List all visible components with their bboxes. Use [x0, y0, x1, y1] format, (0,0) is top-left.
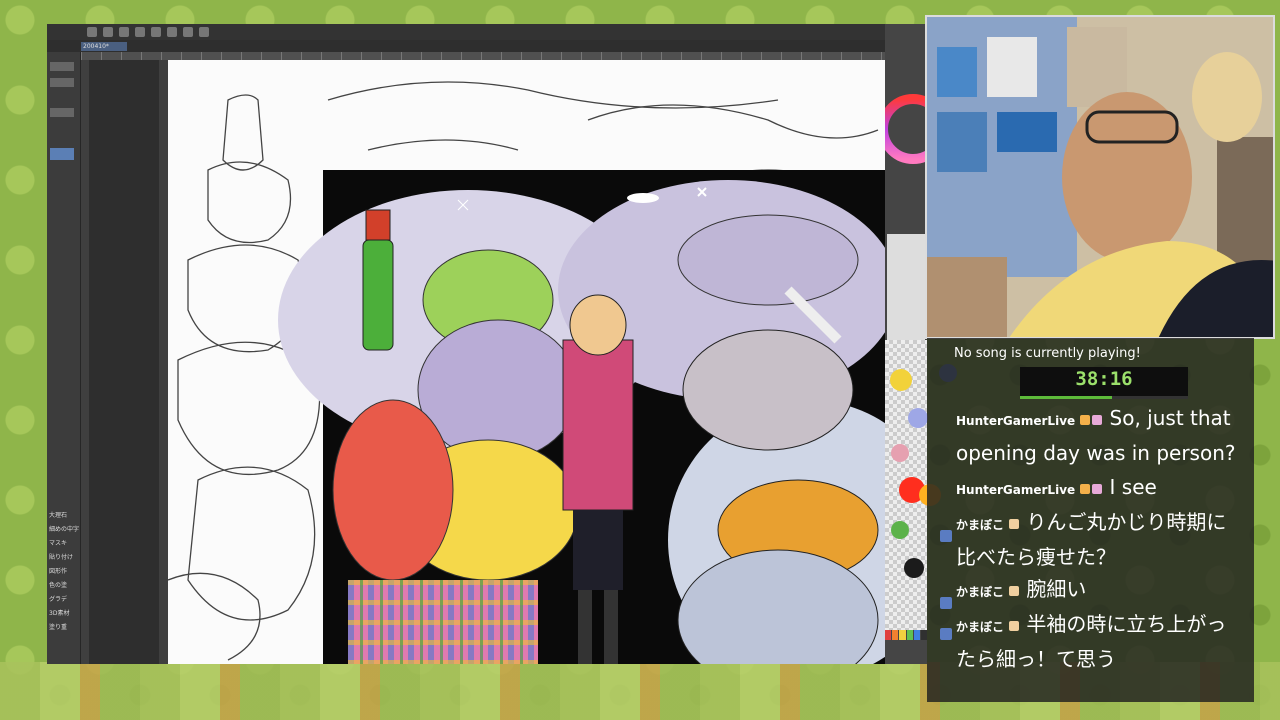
color-wheel-icon[interactable] — [885, 69, 927, 189]
badge-icon — [1092, 414, 1103, 425]
transform-icon[interactable] — [199, 27, 209, 37]
navigator-thumbnail[interactable] — [887, 234, 925, 344]
badge-icon — [1092, 483, 1103, 494]
fill-icon[interactable] — [183, 27, 193, 37]
chat-username: かまぼこ — [956, 585, 1005, 599]
sub-tool-item[interactable]: 3D素材 — [49, 610, 69, 617]
canvas-gutter — [81, 60, 168, 664]
badge-icon — [1009, 585, 1020, 596]
undo-icon[interactable] — [135, 27, 145, 37]
color-swatch[interactable] — [899, 630, 906, 640]
document-tab[interactable]: 200410* — [81, 42, 127, 51]
tool-icon[interactable] — [50, 62, 74, 71]
sub-tool-item[interactable]: グラデ — [49, 596, 67, 603]
redo-icon[interactable] — [151, 27, 161, 37]
new-file-icon[interactable] — [87, 27, 97, 37]
palette-color-swatch[interactable] — [904, 558, 924, 578]
chat-message: かまぼこ 半袖の時に立ち上がったら細っ！て思う — [956, 608, 1246, 675]
avatar — [940, 628, 952, 640]
color-panel — [278, 170, 885, 664]
sub-tool-item[interactable]: 色の塗 — [49, 582, 67, 589]
command-toolbar — [47, 24, 885, 40]
now-playing-text: No song is currently playing! — [954, 346, 1141, 361]
save-icon[interactable] — [119, 27, 129, 37]
chat-username: HunterGamerLive — [956, 414, 1076, 428]
badge-icon — [1009, 518, 1020, 529]
webcam-image — [927, 17, 1273, 337]
color-swatch[interactable] — [892, 630, 899, 640]
palette-color-swatch[interactable] — [891, 444, 909, 462]
webcam-feed — [925, 15, 1275, 339]
open-file-icon[interactable] — [103, 27, 113, 37]
chat-message: かまぼこ 腕細い — [956, 573, 1246, 608]
chat-text: I see — [1109, 475, 1157, 499]
sub-tool-item[interactable]: 細めの中字 — [49, 526, 79, 533]
color-swatch-row — [885, 630, 928, 640]
chat-username: HunterGamerLive — [956, 483, 1076, 497]
chat-username: かまぼこ — [956, 620, 1005, 634]
color-swatch[interactable] — [906, 630, 913, 640]
tool-icon[interactable] — [50, 78, 74, 87]
drawing-app-window: 200410* 大理石 細めの中字 マスキ 貼り付け 図形作 色の塗 グラデ 3… — [47, 24, 885, 664]
palette-color-swatch[interactable] — [908, 408, 928, 428]
chat-messages: HunterGamerLive So, just that opening da… — [956, 402, 1246, 675]
avatar — [940, 597, 952, 609]
settings-icon[interactable] — [167, 27, 177, 37]
horizontal-ruler — [81, 52, 885, 60]
document-tab-bar: 200410* — [47, 40, 885, 52]
sub-tool-item[interactable]: 塗り重 — [49, 624, 67, 631]
chat-message: HunterGamerLive I see — [956, 471, 1246, 506]
chat-text: 腕細い — [1026, 577, 1087, 601]
sub-tool-item[interactable]: 大理石 — [49, 512, 67, 519]
sub-tool-item[interactable]: 図形作 — [49, 568, 67, 575]
tool-icon[interactable] — [50, 108, 74, 117]
chat-username: かまぼこ — [956, 518, 1005, 532]
chat-message: HunterGamerLive So, just that opening da… — [956, 402, 1246, 469]
drawing-canvas[interactable] — [168, 60, 885, 664]
palette-color-swatch[interactable] — [890, 369, 912, 391]
avatar — [940, 530, 952, 542]
palette-color-swatch[interactable] — [891, 521, 909, 539]
color-swatch[interactable] — [885, 630, 892, 640]
selected-tool-item[interactable] — [50, 148, 74, 160]
stream-timer: 38:16 — [1075, 368, 1133, 390]
badge-icon — [1080, 483, 1091, 494]
illustration-artwork — [168, 81, 885, 664]
badge-icon — [1080, 414, 1091, 425]
chat-message: かまぼこ りんご丸かじり時期に比べたら痩せた？ — [956, 506, 1246, 573]
badge-icon — [1009, 620, 1020, 631]
tool-property-panel: 大理石 細めの中字 マスキ 貼り付け 図形作 色の塗 グラデ 3D素材 塗り重 — [47, 52, 81, 664]
color-swatch[interactable] — [913, 630, 920, 640]
timer-progress-bar — [1020, 396, 1188, 399]
sub-tool-item[interactable]: 貼り付け — [49, 554, 73, 561]
sub-tool-item[interactable]: マスキ — [49, 540, 67, 547]
